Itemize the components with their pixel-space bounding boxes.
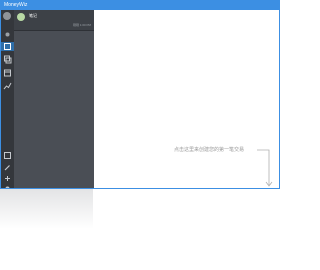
calendar-icon[interactable]: [3, 68, 12, 77]
sidebar: [1, 10, 14, 188]
plus-icon[interactable]: [3, 174, 12, 183]
dashboard-icon[interactable]: [1, 42, 14, 51]
app-title: MoneyWiz: [4, 2, 28, 8]
note-title: 笔记: [29, 13, 37, 18]
layers-icon[interactable]: [3, 55, 12, 64]
empty-hint[interactable]: 点击这里来创建您的第一笔交易: [174, 147, 244, 153]
note-thumbnail: [17, 13, 25, 21]
editor-area[interactable]: 点击这里来创建您的第一笔交易: [94, 10, 279, 188]
title-bar[interactable]: MoneyWiz: [1, 1, 279, 10]
window-reflection: [0, 189, 93, 229]
list-item[interactable]: 笔记 刚刚 1:00 PM: [14, 10, 94, 31]
edit-icon[interactable]: [3, 163, 12, 172]
note-list: 笔记 刚刚 1:00 PM: [14, 10, 94, 188]
avatar[interactable]: [3, 12, 11, 20]
list-icon[interactable]: [3, 151, 12, 160]
arrow-down-icon: [257, 149, 273, 187]
chart-icon[interactable]: [3, 81, 12, 90]
note-time: 刚刚 1:00 PM: [72, 23, 91, 27]
gear-icon[interactable]: [3, 30, 12, 39]
app-window: MoneyWiz 笔记 刚刚 1:00 PM 点击这里来创建您的第一笔交易: [0, 0, 280, 189]
